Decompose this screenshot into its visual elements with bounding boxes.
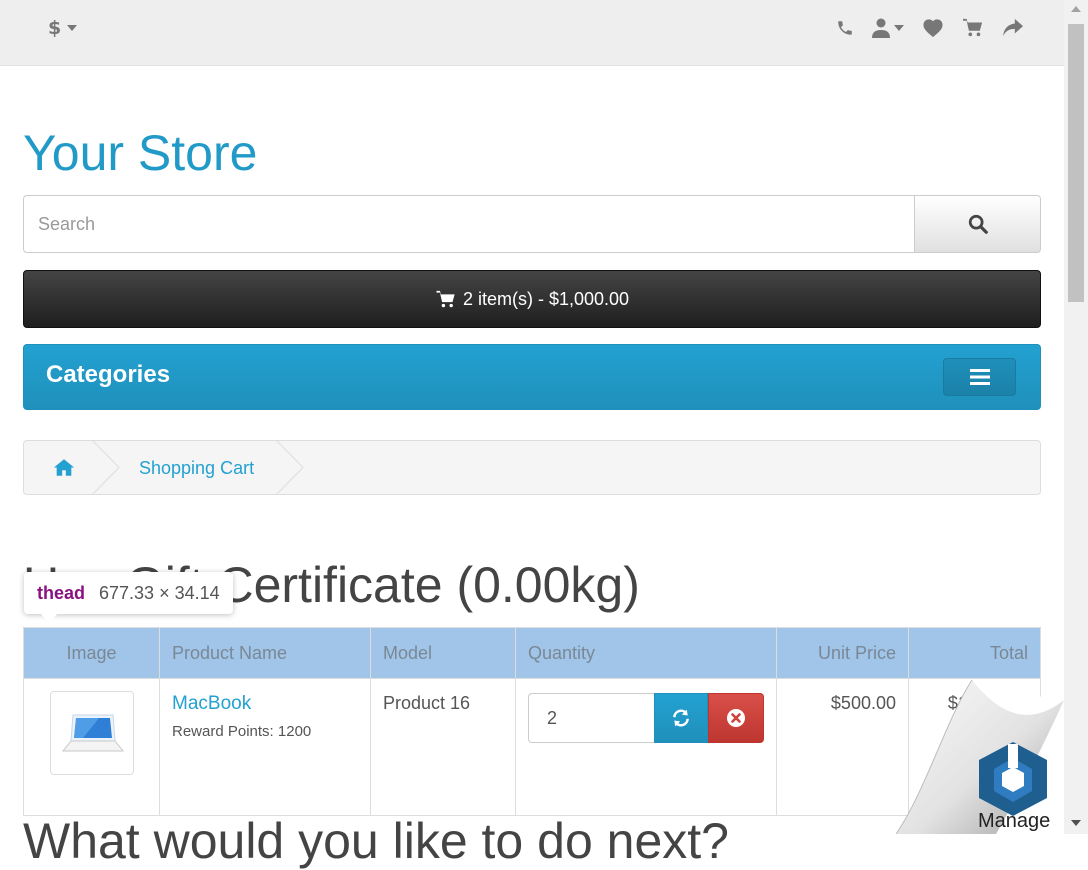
tooltip-arrow xyxy=(40,613,58,623)
product-name-cell: MacBook Reward Points: 1200 xyxy=(159,678,371,816)
store-logo[interactable]: Your Store xyxy=(23,124,257,182)
wishlist-heart-icon[interactable] xyxy=(922,18,944,38)
tooltip-tag: thead xyxy=(37,582,86,603)
col-image: Image xyxy=(23,627,160,679)
devtools-element-tooltip: thead 677.33 × 34.14 xyxy=(24,572,233,614)
col-quantity: Quantity xyxy=(515,627,777,679)
manage-label: Manage xyxy=(978,810,1051,832)
model-cell: Product 16 xyxy=(370,678,516,816)
table-row: MacBook Reward Points: 1200 Product 16 $… xyxy=(23,678,1041,816)
col-product-name: Product Name xyxy=(159,627,371,679)
scroll-down-arrow-icon[interactable] xyxy=(1071,820,1081,826)
account-dropdown[interactable] xyxy=(872,18,904,38)
cart-table: Image Product Name Model Quantity Unit P… xyxy=(23,627,1041,816)
remove-button[interactable] xyxy=(708,693,764,743)
top-links xyxy=(836,18,1024,38)
reward-points: Reward Points: 1200 xyxy=(172,723,312,740)
times-circle-icon xyxy=(727,709,745,727)
breadcrumb-separator xyxy=(92,440,120,495)
unit-price-cell: $500.00 xyxy=(776,678,909,816)
breadcrumb-separator xyxy=(276,440,304,495)
categories-title: Categories xyxy=(46,361,171,388)
menu-toggle-button[interactable] xyxy=(943,358,1016,396)
product-link[interactable]: MacBook xyxy=(172,693,358,715)
update-button[interactable] xyxy=(654,693,708,743)
user-icon xyxy=(872,18,890,38)
breadcrumb-home-link[interactable] xyxy=(53,458,75,481)
search-button[interactable] xyxy=(914,195,1041,253)
product-thumbnail[interactable] xyxy=(49,691,134,775)
top-bar: $ xyxy=(0,0,1064,66)
page-scrollbar[interactable] xyxy=(1064,0,1088,834)
shopping-cart-icon[interactable] xyxy=(962,18,984,38)
share-icon[interactable] xyxy=(1002,18,1024,38)
currency-symbol: $ xyxy=(48,17,62,39)
cart-total-button[interactable]: 2 item(s) - $1,000.00 xyxy=(23,270,1041,328)
quantity-input[interactable] xyxy=(528,693,654,743)
search-input[interactable] xyxy=(23,195,914,253)
quantity-cell xyxy=(515,678,777,816)
breadcrumb: Shopping Cart xyxy=(23,440,1041,495)
col-unit-price: Unit Price xyxy=(776,627,909,679)
manage-hex-icon xyxy=(979,742,1047,816)
next-section-heading: What would you like to do next? xyxy=(23,813,729,869)
scroll-up-arrow-icon[interactable] xyxy=(1071,6,1081,12)
scroll-thumb[interactable] xyxy=(1068,24,1084,302)
shopping-cart-icon xyxy=(436,290,455,307)
hamburger-icon xyxy=(969,369,990,385)
tooltip-dimensions: 677.33 × 34.14 xyxy=(99,582,220,603)
quantity-group xyxy=(528,693,764,743)
currency-dropdown[interactable]: $ xyxy=(48,17,78,39)
categories-navbar: Categories xyxy=(23,344,1041,410)
search-bar xyxy=(23,195,1041,255)
cart-total-label: 2 item(s) - $1,000.00 xyxy=(462,288,630,309)
col-total: Total xyxy=(908,627,1041,679)
caret-down-icon xyxy=(894,25,904,31)
caret-down-icon xyxy=(67,25,78,31)
home-icon xyxy=(53,459,75,476)
phone-icon[interactable] xyxy=(836,19,854,37)
manage-corner-widget[interactable]: Manage xyxy=(895,679,1064,835)
laptop-image xyxy=(61,714,124,752)
refresh-icon xyxy=(673,709,689,727)
col-model: Model xyxy=(370,627,516,679)
breadcrumb-shopping-cart-link[interactable]: Shopping Cart xyxy=(139,458,254,479)
product-image-cell xyxy=(23,678,160,816)
cart-table-header: Image Product Name Model Quantity Unit P… xyxy=(23,627,1041,679)
search-icon xyxy=(968,214,988,234)
